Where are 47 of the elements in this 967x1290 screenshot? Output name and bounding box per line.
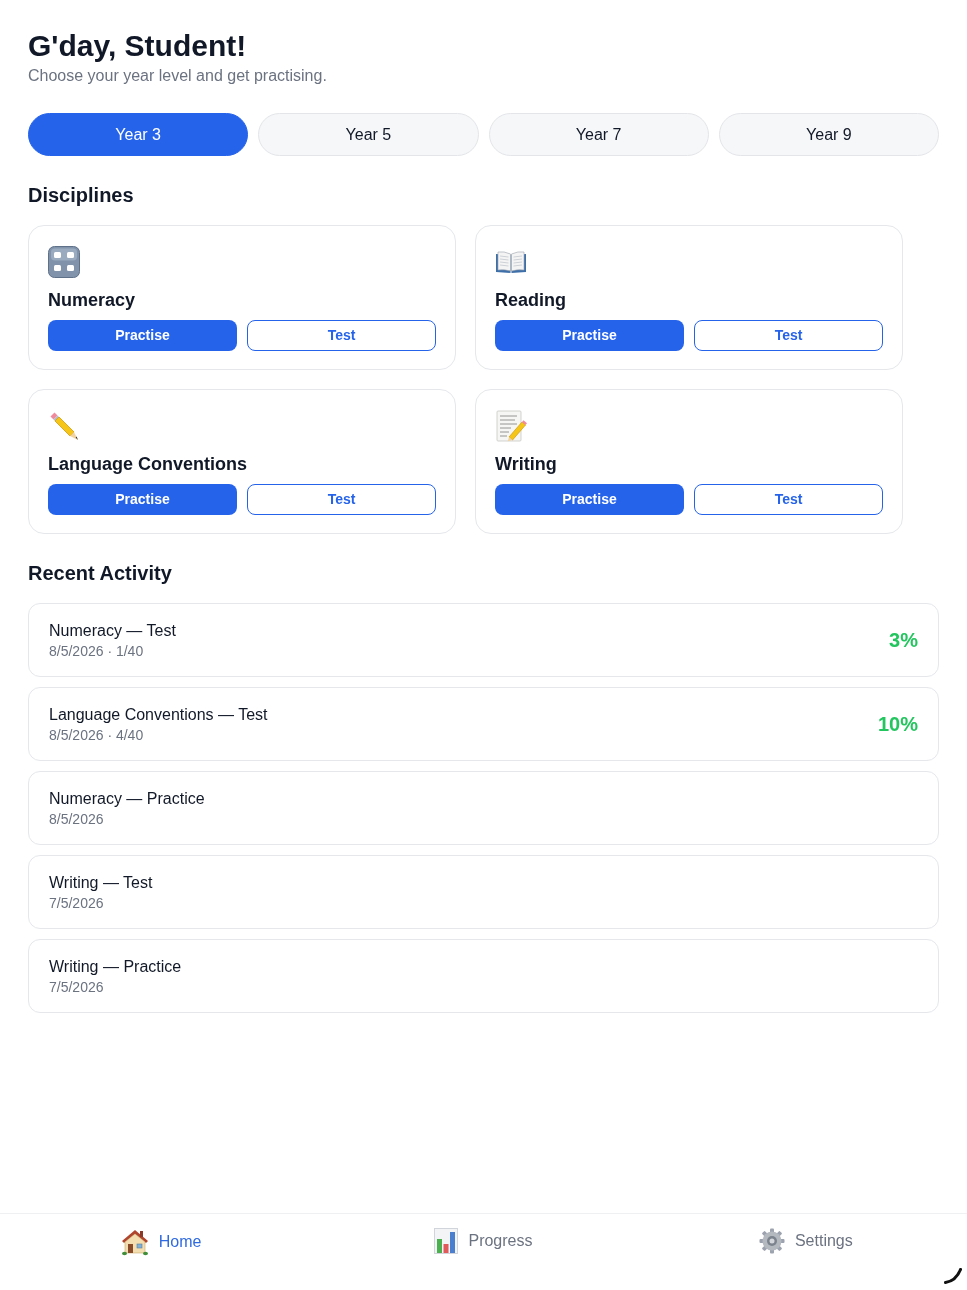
keypad-tile-icon: [48, 246, 80, 278]
bar-chart-icon: [434, 1228, 459, 1254]
activity-title: Numeracy — Test: [49, 621, 176, 641]
greeting-title: G'day, Student!: [28, 28, 247, 64]
nav-tab[interactable]: Progress: [434, 1228, 533, 1254]
test-button[interactable]: Test: [247, 484, 436, 515]
subtitle: Choose your year level and get practising.: [28, 66, 327, 86]
activity-row[interactable]: Writing — Practice 7/5/2026: [28, 939, 939, 1013]
pencil-icon: [48, 410, 80, 442]
activity-row[interactable]: Writing — Test 7/5/2026: [28, 855, 939, 929]
year-tab[interactable]: Year 9: [718, 113, 939, 156]
practise-button[interactable]: Practise: [495, 484, 684, 515]
discipline-name: Reading: [495, 289, 566, 312]
discipline-name: Numeracy: [48, 289, 136, 312]
test-button[interactable]: Test: [247, 320, 436, 351]
nav-tab[interactable]: Home: [120, 1228, 202, 1256]
discipline-name: Language Conventions: [48, 453, 247, 476]
activity-meta: 7/5/2026: [49, 894, 104, 912]
activity-title: Writing — Test: [49, 873, 153, 893]
discipline-name: Writing: [495, 453, 557, 476]
activity-score: 10%: [877, 712, 918, 737]
house-icon: [120, 1228, 149, 1256]
activity-meta: 8/5/2026: [49, 810, 104, 828]
activity-row[interactable]: Numeracy — Test 8/5/2026 · 1/40 3%: [28, 603, 939, 677]
year-tab[interactable]: Year 5: [258, 113, 479, 156]
settings-gear-icon: [758, 1228, 785, 1254]
test-button[interactable]: Test: [694, 320, 883, 351]
activity-meta: 7/5/2026: [49, 978, 104, 996]
year-tab[interactable]: Year 3: [28, 113, 249, 156]
corner-arc-icon: [944, 1268, 962, 1284]
activity-meta: 8/5/2026 · 4/40: [49, 726, 144, 744]
activity-row[interactable]: Numeracy — Practice 8/5/2026: [28, 771, 939, 845]
activity-score: 3%: [889, 628, 918, 653]
activity-title: Language Conventions — Test: [49, 705, 268, 725]
activity-title: Numeracy — Practice: [49, 789, 205, 809]
practise-button[interactable]: Practise: [495, 320, 684, 351]
practise-button[interactable]: Practise: [48, 484, 237, 515]
section-heading: Disciplines: [28, 183, 134, 208]
nav-tab[interactable]: Settings: [758, 1228, 853, 1254]
year-tab[interactable]: Year 7: [488, 113, 709, 156]
memo-pencil-icon: [495, 410, 527, 442]
activity-row[interactable]: Language Conventions — Test 8/5/2026 · 4/40 10%: [28, 687, 939, 761]
practise-button[interactable]: Practise: [48, 320, 237, 351]
activity-meta: 8/5/2026 · 1/40: [49, 642, 144, 660]
section-heading: Recent Activity: [28, 561, 172, 586]
activity-title: Writing — Practice: [49, 957, 182, 977]
test-button[interactable]: Test: [694, 484, 883, 515]
